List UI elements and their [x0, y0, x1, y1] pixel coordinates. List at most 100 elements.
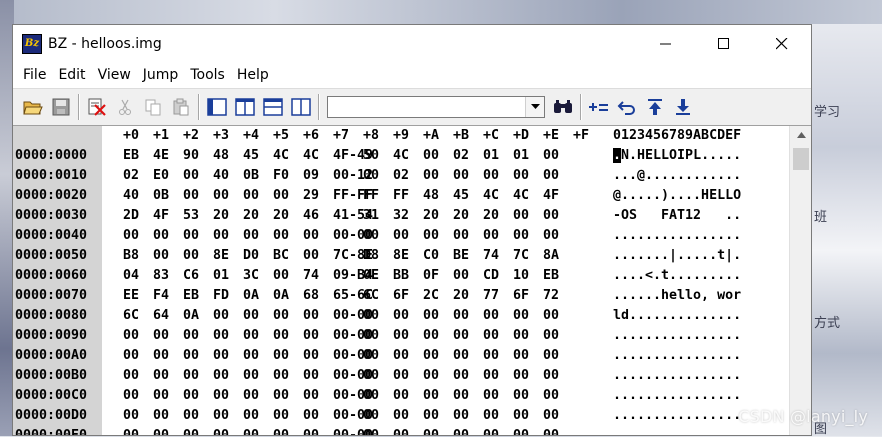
hex-byte[interactable]: 00: [273, 326, 297, 346]
hex-byte[interactable]: 00: [273, 306, 297, 326]
hex-byte[interactable]: 4C: [303, 146, 327, 166]
hex-byte[interactable]: 00: [363, 306, 387, 326]
hex-byte[interactable]: C6: [183, 266, 207, 286]
hex-byte[interactable]: 00: [543, 146, 567, 166]
ascii-text[interactable]: .N.HELLOIPL.....: [613, 146, 741, 166]
hex-byte[interactable]: 00: [213, 386, 237, 406]
hex-byte[interactable]: 09: [303, 166, 327, 186]
hex-byte[interactable]: 00: [153, 406, 177, 426]
hex-byte[interactable]: 0A: [183, 306, 207, 326]
hex-byte[interactable]: 00: [303, 426, 327, 435]
hex-byte[interactable]: 00: [423, 366, 447, 386]
menu-tools[interactable]: Tools: [184, 62, 231, 88]
hex-byte[interactable]: 4F: [543, 186, 567, 206]
hex-byte[interactable]: 00: [183, 166, 207, 186]
hex-byte[interactable]: 00: [483, 386, 507, 406]
hex-byte[interactable]: 00: [273, 346, 297, 366]
hex-byte[interactable]: 00: [213, 406, 237, 426]
hex-byte[interactable]: 00: [303, 386, 327, 406]
hex-byte[interactable]: 3C: [243, 266, 267, 286]
hex-byte[interactable]: B8: [123, 246, 147, 266]
hex-byte[interactable]: 0A: [243, 286, 267, 306]
hex-byte[interactable]: 8E: [393, 246, 417, 266]
hex-byte[interactable]: 00: [273, 186, 297, 206]
hex-byte[interactable]: 4C: [483, 186, 507, 206]
menu-jump[interactable]: Jump: [137, 62, 185, 88]
hex-byte[interactable]: 6C: [123, 306, 147, 326]
hex-byte[interactable]: 00: [543, 166, 567, 186]
hex-byte[interactable]: 00: [423, 346, 447, 366]
desktop-label-2[interactable]: 班: [814, 206, 827, 225]
desktop-label-1[interactable]: 学习: [814, 101, 840, 120]
hex-byte[interactable]: 00: [243, 366, 267, 386]
hex-byte[interactable]: 00: [153, 346, 177, 366]
hex-byte[interactable]: 00: [213, 426, 237, 435]
hex-byte[interactable]: 00: [273, 386, 297, 406]
hex-byte[interactable]: EB: [543, 266, 567, 286]
hex-byte[interactable]: 00: [303, 346, 327, 366]
ascii-text[interactable]: ld..............: [613, 306, 741, 326]
hex-byte[interactable]: 40: [213, 166, 237, 186]
hex-byte[interactable]: 00: [423, 426, 447, 435]
maximize-button[interactable]: [695, 25, 753, 62]
ascii-text[interactable]: ................: [613, 226, 741, 246]
hex-byte[interactable]: 00: [303, 246, 327, 266]
hex-byte[interactable]: BB: [393, 266, 417, 286]
cut-mark-button[interactable]: [83, 93, 111, 121]
hex-byte[interactable]: 00: [123, 226, 147, 246]
ascii-text[interactable]: ................: [613, 386, 741, 406]
hex-byte[interactable]: 00: [483, 166, 507, 186]
hex-byte[interactable]: 00: [183, 346, 207, 366]
hex-byte[interactable]: 00: [513, 426, 537, 435]
hex-byte[interactable]: 68: [303, 286, 327, 306]
hex-byte[interactable]: 00: [423, 226, 447, 246]
hex-byte[interactable]: 00: [393, 346, 417, 366]
hex-byte[interactable]: 00: [363, 326, 387, 346]
hex-byte[interactable]: 0B: [243, 166, 267, 186]
hex-byte[interactable]: 00: [513, 346, 537, 366]
hex-byte[interactable]: 00: [483, 326, 507, 346]
minimize-button[interactable]: [637, 25, 695, 62]
ascii-text[interactable]: ................: [613, 346, 741, 366]
hex-byte[interactable]: 00: [363, 386, 387, 406]
hex-byte[interactable]: 50: [363, 146, 387, 166]
hex-byte[interactable]: 4C: [513, 186, 537, 206]
hex-byte[interactable]: EE: [123, 286, 147, 306]
hex-byte[interactable]: 00: [453, 266, 477, 286]
hex-byte[interactable]: 32: [393, 206, 417, 226]
hex-byte[interactable]: 00: [543, 426, 567, 435]
hex-byte[interactable]: 00: [423, 306, 447, 326]
hex-byte[interactable]: 00: [123, 406, 147, 426]
save-button[interactable]: [47, 93, 75, 121]
hex-byte[interactable]: 00: [483, 226, 507, 246]
hex-byte[interactable]: 00: [273, 266, 297, 286]
hex-byte[interactable]: 00: [453, 306, 477, 326]
hex-byte[interactable]: 00: [123, 346, 147, 366]
hex-byte[interactable]: 01: [513, 146, 537, 166]
hex-byte[interactable]: 01: [483, 146, 507, 166]
hex-byte[interactable]: 00: [303, 366, 327, 386]
hex-byte[interactable]: 00: [543, 346, 567, 366]
hex-byte[interactable]: F0: [273, 166, 297, 186]
hex-byte[interactable]: 00: [213, 326, 237, 346]
hex-byte[interactable]: 00: [363, 406, 387, 426]
hex-byte[interactable]: 00: [543, 326, 567, 346]
view-compare-button[interactable]: [287, 93, 315, 121]
hex-byte[interactable]: 00: [513, 386, 537, 406]
hex-byte[interactable]: 00: [183, 226, 207, 246]
hex-byte[interactable]: 6F: [513, 286, 537, 306]
hex-byte[interactable]: 00: [513, 406, 537, 426]
combo-dropdown-button[interactable]: [525, 97, 544, 117]
hex-byte[interactable]: 00: [393, 226, 417, 246]
hex-byte[interactable]: 74: [303, 266, 327, 286]
menu-view[interactable]: View: [92, 62, 137, 88]
hex-byte[interactable]: 8E: [213, 246, 237, 266]
hex-byte[interactable]: 46: [303, 206, 327, 226]
hex-byte[interactable]: 40: [123, 186, 147, 206]
hex-byte[interactable]: 83: [153, 266, 177, 286]
view-split-h-button[interactable]: [259, 93, 287, 121]
copy-button[interactable]: [139, 93, 167, 121]
hex-byte[interactable]: 20: [213, 206, 237, 226]
hex-byte[interactable]: 72: [543, 286, 567, 306]
hex-byte[interactable]: 00: [423, 146, 447, 166]
